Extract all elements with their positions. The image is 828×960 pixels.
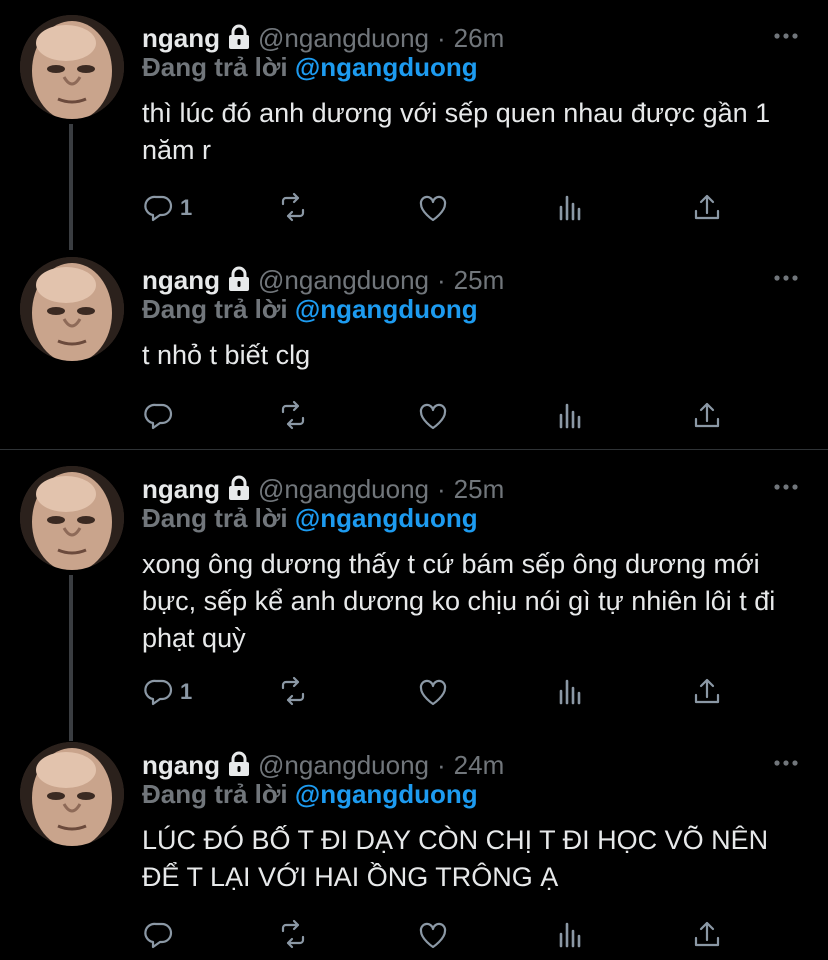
tweet[interactable]: ngang @ngangduong · 25m Đang trả lời @ng… bbox=[0, 451, 828, 741]
retweet-button[interactable] bbox=[276, 915, 310, 955]
share-button[interactable] bbox=[690, 672, 724, 712]
divider bbox=[0, 449, 828, 450]
timestamp[interactable]: 26m bbox=[454, 23, 505, 54]
avatar[interactable] bbox=[20, 15, 124, 119]
tweet-text: LÚC ĐÓ BỐ T ĐI DẠY CÒN CHỊ T ĐI HỌC VÕ N… bbox=[142, 825, 769, 892]
separator: · bbox=[437, 22, 446, 53]
like-button[interactable] bbox=[416, 188, 450, 228]
views-button[interactable] bbox=[554, 672, 588, 712]
avatar[interactable] bbox=[20, 466, 124, 570]
reply-icon bbox=[144, 195, 173, 222]
share-icon bbox=[694, 194, 720, 220]
tweet[interactable]: ngang @ngangduong · 25m Đang trả lời @ng… bbox=[0, 242, 828, 448]
reply-button[interactable]: 1 bbox=[142, 188, 192, 228]
timestamp[interactable]: 24m bbox=[454, 750, 505, 781]
reply-count: 1 bbox=[180, 679, 193, 704]
retweet-icon bbox=[281, 676, 305, 706]
like-button[interactable] bbox=[416, 915, 450, 955]
share-button[interactable] bbox=[690, 396, 724, 436]
retweet-button[interactable] bbox=[276, 188, 310, 228]
views-icon bbox=[559, 679, 581, 705]
timestamp[interactable]: 25m bbox=[454, 265, 505, 296]
reply-icon bbox=[144, 922, 173, 949]
mention-link[interactable]: @ngangduong bbox=[295, 779, 478, 809]
more-icon[interactable] bbox=[772, 749, 800, 777]
handle[interactable]: @ngangduong bbox=[258, 265, 429, 296]
lock-icon bbox=[226, 266, 252, 294]
lock-icon bbox=[226, 24, 252, 52]
thread-connector bbox=[69, 124, 73, 250]
retweet-icon bbox=[281, 919, 305, 949]
thread-connector bbox=[69, 575, 73, 741]
display-name[interactable]: ngang bbox=[142, 23, 220, 54]
tweet-text: xong ông dương thấy t cứ bám sếp ông dươ… bbox=[142, 549, 776, 653]
reply-icon bbox=[144, 403, 173, 430]
replying-to: Đang trả lời @ngangduong bbox=[142, 779, 478, 810]
share-button[interactable] bbox=[690, 188, 724, 228]
display-name[interactable]: ngang bbox=[142, 750, 220, 781]
lock-icon bbox=[226, 751, 252, 779]
tweet-actions: 1 bbox=[142, 672, 732, 712]
retweet-button[interactable] bbox=[276, 672, 310, 712]
separator: · bbox=[437, 749, 446, 780]
thread: ngang @ngangduong · 26m Đang trả lời @ng… bbox=[0, 0, 828, 960]
avatar[interactable] bbox=[20, 742, 124, 846]
tweet-text: thì lúc đó anh dương với sếp quen nhau đ… bbox=[142, 98, 771, 165]
reply-button[interactable] bbox=[142, 396, 180, 436]
like-icon bbox=[419, 403, 447, 430]
views-button[interactable] bbox=[554, 188, 588, 228]
display-name[interactable]: ngang bbox=[142, 474, 220, 505]
like-button[interactable] bbox=[416, 396, 450, 436]
tweet-actions bbox=[142, 396, 732, 436]
like-icon bbox=[419, 922, 447, 949]
retweet-button[interactable] bbox=[276, 396, 310, 436]
share-icon bbox=[694, 402, 720, 428]
like-button[interactable] bbox=[416, 672, 450, 712]
like-icon bbox=[419, 679, 447, 706]
handle[interactable]: @ngangduong bbox=[258, 23, 429, 54]
replying-prefix: Đang trả lời bbox=[142, 779, 288, 809]
views-icon bbox=[559, 403, 581, 429]
lock-icon bbox=[226, 475, 252, 503]
replying-to: Đang trả lời @ngangduong bbox=[142, 52, 478, 83]
replying-to: Đang trả lời @ngangduong bbox=[142, 503, 478, 534]
timestamp[interactable]: 25m bbox=[454, 474, 505, 505]
share-icon bbox=[694, 921, 720, 947]
tweet-actions: 1 bbox=[142, 188, 732, 228]
replying-prefix: Đang trả lời bbox=[142, 503, 288, 533]
views-icon bbox=[559, 922, 581, 948]
separator: · bbox=[437, 264, 446, 295]
tweet-actions bbox=[142, 915, 732, 955]
replying-to: Đang trả lời @ngangduong bbox=[142, 294, 478, 325]
more-icon[interactable] bbox=[772, 264, 800, 292]
replying-prefix: Đang trả lời bbox=[142, 52, 288, 82]
avatar[interactable] bbox=[20, 257, 124, 361]
mention-link[interactable]: @ngangduong bbox=[295, 503, 478, 533]
mention-link[interactable]: @ngangduong bbox=[295, 294, 478, 324]
handle[interactable]: @ngangduong bbox=[258, 474, 429, 505]
views-icon bbox=[559, 195, 581, 221]
display-name[interactable]: ngang bbox=[142, 265, 220, 296]
tweet[interactable]: ngang @ngangduong · 24m Đang trả lời @ng… bbox=[0, 727, 828, 960]
reply-button[interactable]: 1 bbox=[142, 672, 192, 712]
tweet-text: t nhỏ t biết clg bbox=[142, 340, 311, 370]
retweet-icon bbox=[281, 192, 305, 222]
more-icon[interactable] bbox=[772, 22, 800, 50]
tweet[interactable]: ngang @ngangduong · 26m Đang trả lời @ng… bbox=[0, 0, 828, 250]
share-button[interactable] bbox=[690, 915, 724, 955]
share-icon bbox=[694, 678, 720, 704]
retweet-icon bbox=[281, 400, 305, 430]
views-button[interactable] bbox=[554, 396, 588, 436]
replying-prefix: Đang trả lời bbox=[142, 294, 288, 324]
reply-button[interactable] bbox=[142, 915, 180, 955]
handle[interactable]: @ngangduong bbox=[258, 750, 429, 781]
separator: · bbox=[437, 473, 446, 504]
like-icon bbox=[419, 195, 447, 222]
more-icon[interactable] bbox=[772, 473, 800, 501]
views-button[interactable] bbox=[554, 915, 588, 955]
reply-icon bbox=[144, 679, 173, 706]
mention-link[interactable]: @ngangduong bbox=[295, 52, 478, 82]
reply-count: 1 bbox=[180, 195, 193, 220]
